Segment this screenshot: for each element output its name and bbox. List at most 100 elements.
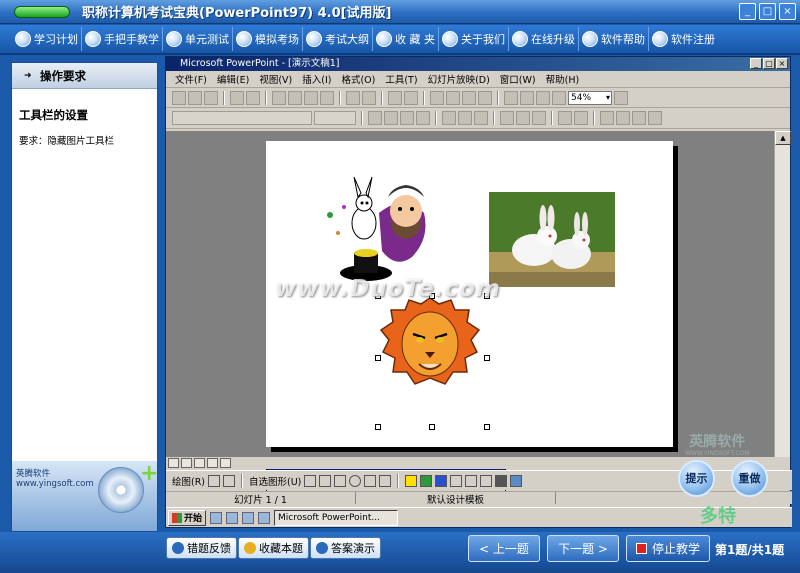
line-color-icon[interactable] <box>420 474 433 487</box>
nav-mock-exam[interactable]: 模拟考场 <box>233 27 303 51</box>
line-style-menu-icon[interactable] <box>450 474 463 487</box>
fill-color-icon[interactable] <box>405 474 418 487</box>
arrow-style-icon[interactable] <box>480 474 493 487</box>
draw-menu[interactable]: 绘图(R) <box>172 474 205 488</box>
copy-icon[interactable] <box>288 90 302 105</box>
free-rotate-icon[interactable] <box>223 474 236 487</box>
hint-button[interactable]: 提示 <box>678 460 715 497</box>
star-icon[interactable] <box>648 111 662 125</box>
font-name-select[interactable] <box>172 111 312 125</box>
nav-exam-outline[interactable]: 考试大纲 <box>303 27 373 51</box>
paste-icon[interactable] <box>304 90 318 105</box>
shadow-icon[interactable] <box>495 474 508 487</box>
pp-minimize-button[interactable]: _ <box>750 58 762 69</box>
menu-format[interactable]: 格式(O) <box>336 72 380 86</box>
office-assistant-icon[interactable] <box>614 90 628 105</box>
pp-close-button[interactable]: × <box>776 58 788 69</box>
reset-button[interactable]: 重做 <box>731 460 768 497</box>
arrow-icon[interactable] <box>319 474 332 487</box>
3d-icon[interactable] <box>510 474 523 487</box>
outline-view-icon[interactable] <box>181 458 192 468</box>
maximize-button[interactable]: □ <box>759 3 776 20</box>
slideshow-view-icon[interactable] <box>220 458 231 468</box>
web-icon[interactable] <box>404 90 418 105</box>
animation-effects-icon[interactable] <box>632 111 646 125</box>
nav-unit-test[interactable]: 单元测试 <box>163 27 233 51</box>
magician-clipart[interactable] <box>324 173 436 288</box>
vertical-scrollbar[interactable]: ▲ <box>774 131 791 457</box>
minimize-button[interactable]: _ <box>739 3 756 20</box>
undo-icon[interactable] <box>346 90 360 105</box>
promote-icon[interactable] <box>600 111 614 125</box>
print-icon[interactable] <box>230 90 244 105</box>
resize-handle[interactable] <box>484 355 490 361</box>
resize-handle[interactable] <box>375 355 381 361</box>
background-icon[interactable] <box>536 90 550 105</box>
menu-insert[interactable]: 插入(I) <box>297 72 336 86</box>
nav-favorites[interactable]: 收 藏 夹 <box>373 27 439 51</box>
zoom-select[interactable]: 54% <box>568 90 612 105</box>
pp-maximize-button[interactable]: □ <box>763 58 775 69</box>
decrease-spacing-icon[interactable] <box>532 111 546 125</box>
menu-slideshow[interactable]: 幻灯片放映(D) <box>423 72 495 86</box>
outlook-icon[interactable] <box>226 511 239 524</box>
shadow-icon[interactable] <box>416 111 430 125</box>
menu-tools[interactable]: 工具(T) <box>380 72 422 86</box>
oval-icon[interactable] <box>349 474 362 487</box>
nav-tutorial[interactable]: 手把手教学 <box>82 27 163 51</box>
menu-help[interactable]: 帮助(H) <box>541 72 585 86</box>
start-button[interactable]: 开始 <box>168 509 207 526</box>
spellcheck-icon[interactable] <box>246 90 260 105</box>
nav-about[interactable]: 关于我们 <box>439 27 509 51</box>
scroll-up-icon[interactable]: ▲ <box>775 131 791 145</box>
autoshapes-menu[interactable]: 自选图形(U) <box>249 474 301 488</box>
open-icon[interactable] <box>188 90 202 105</box>
menu-view[interactable]: 视图(V) <box>254 72 297 86</box>
align-left-icon[interactable] <box>442 111 456 125</box>
channels-icon[interactable] <box>258 511 271 524</box>
hyperlink-icon[interactable] <box>388 90 402 105</box>
ie-icon[interactable] <box>210 511 223 524</box>
grayscale-icon[interactable] <box>552 90 566 105</box>
menu-window[interactable]: 窗口(W) <box>495 72 541 86</box>
close-button[interactable]: × <box>779 3 796 20</box>
nav-upgrade[interactable]: 在线升级 <box>509 27 579 51</box>
dash-style-icon[interactable] <box>465 474 478 487</box>
resize-handle[interactable] <box>484 424 490 430</box>
menu-edit[interactable]: 编辑(E) <box>212 72 254 86</box>
increase-font-icon[interactable] <box>558 111 572 125</box>
new-icon[interactable] <box>172 90 186 105</box>
desktop-icon[interactable] <box>242 511 255 524</box>
resize-handle[interactable] <box>375 424 381 430</box>
slide-view-icon[interactable] <box>194 458 205 468</box>
decrease-font-icon[interactable] <box>574 111 588 125</box>
prev-question-button[interactable]: < 上一题 <box>468 535 540 562</box>
textbox-icon[interactable] <box>364 474 377 487</box>
feedback-button[interactable]: 错题反馈 <box>166 537 237 559</box>
align-right-icon[interactable] <box>474 111 488 125</box>
insert-word-table-icon[interactable] <box>446 90 460 105</box>
nav-help[interactable]: 软件帮助 <box>579 27 649 51</box>
wordart-icon[interactable] <box>379 474 392 487</box>
demote-icon[interactable] <box>616 111 630 125</box>
lion-clipart[interactable] <box>379 296 481 386</box>
bold-icon[interactable] <box>368 111 382 125</box>
favorite-button[interactable]: 收藏本题 <box>238 537 309 559</box>
insert-clipart-icon[interactable] <box>478 90 492 105</box>
resize-handle[interactable] <box>429 424 435 430</box>
rectangle-icon[interactable] <box>334 474 347 487</box>
menu-file[interactable]: 文件(F) <box>170 72 212 86</box>
select-arrow-icon[interactable] <box>208 474 221 487</box>
cut-icon[interactable] <box>272 90 286 105</box>
nav-register[interactable]: 软件注册 <box>649 27 718 51</box>
increase-spacing-icon[interactable] <box>516 111 530 125</box>
insert-table-icon[interactable] <box>430 90 444 105</box>
slide-sorter-view-icon[interactable] <box>207 458 218 468</box>
task-tab[interactable]: ➜ 操作要求 <box>12 63 157 89</box>
format-painter-icon[interactable] <box>320 90 334 105</box>
save-icon[interactable] <box>204 90 218 105</box>
underline-icon[interactable] <box>400 111 414 125</box>
insert-chart-icon[interactable] <box>462 90 476 105</box>
rabbits-photo[interactable] <box>489 192 615 287</box>
nav-study-plan[interactable]: 学习计划 <box>12 27 82 51</box>
